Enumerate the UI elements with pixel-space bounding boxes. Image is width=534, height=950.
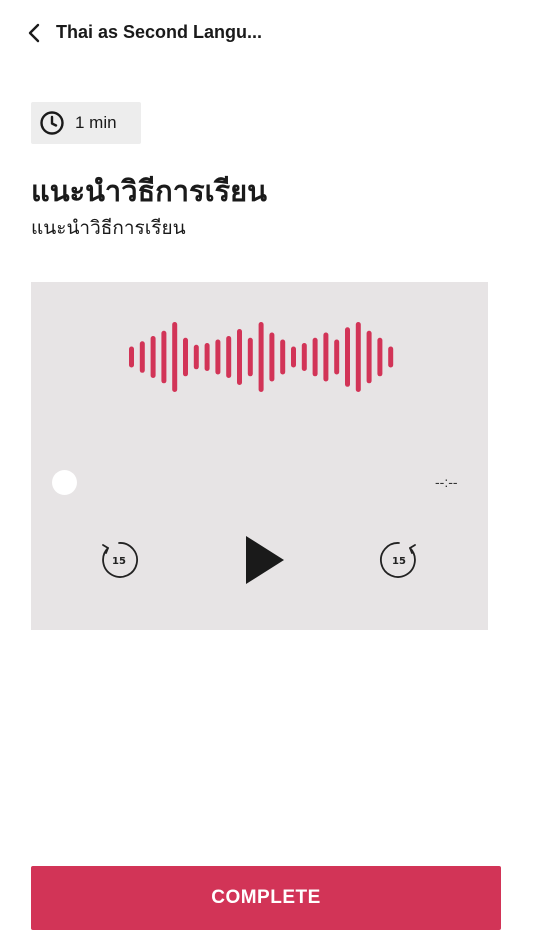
waveform-bar bbox=[334, 339, 340, 375]
play-button[interactable] bbox=[241, 532, 289, 588]
waveform-bar bbox=[247, 337, 253, 377]
forward-15-button[interactable]: 15 bbox=[377, 538, 421, 582]
waveform-bar bbox=[183, 337, 188, 377]
waveform-bar bbox=[129, 346, 134, 368]
waveform-bar bbox=[345, 327, 350, 387]
waveform-bar bbox=[139, 341, 145, 373]
clock-icon bbox=[39, 110, 65, 136]
rewind-15-button[interactable]: 15 bbox=[97, 538, 141, 582]
waveform-bar bbox=[215, 339, 221, 375]
time-remaining: --:-- bbox=[435, 474, 458, 490]
waveform-bar bbox=[204, 343, 210, 371]
forward-15-icon: 15 bbox=[380, 542, 416, 578]
rewind-15-icon: 15 bbox=[102, 542, 138, 578]
waveform-bar bbox=[323, 332, 329, 382]
complete-button[interactable]: COMPLETE bbox=[31, 866, 501, 930]
waveform-bar bbox=[280, 339, 286, 375]
waveform-bar bbox=[377, 337, 383, 377]
progress-slider-handle[interactable] bbox=[52, 470, 77, 495]
play-icon bbox=[246, 536, 284, 584]
course-title: Thai as Second Langu... bbox=[56, 22, 263, 42]
waveform-bar bbox=[226, 336, 232, 378]
lesson-title: แนะนำวิธีการเรียน bbox=[31, 174, 267, 208]
rewind-seconds-label: 15 bbox=[112, 556, 126, 567]
waveform-bar bbox=[291, 346, 296, 368]
waveform-bar bbox=[161, 330, 167, 384]
waveform-bar bbox=[172, 322, 178, 392]
forward-seconds-label: 15 bbox=[392, 556, 406, 567]
waveform-bar bbox=[150, 336, 156, 378]
audio-player: --:-- 15 15 bbox=[31, 282, 488, 630]
waveform-bar bbox=[312, 337, 318, 377]
waveform-bar bbox=[258, 322, 264, 392]
waveform-bar bbox=[355, 322, 361, 392]
lesson-subtitle: แนะนำวิธีการเรียน bbox=[31, 217, 186, 239]
back-button[interactable] bbox=[22, 20, 46, 46]
waveform-bar bbox=[301, 343, 307, 371]
waveform-graphic bbox=[129, 322, 394, 392]
duration-text: 1 min bbox=[75, 113, 117, 132]
waveform-bar bbox=[237, 329, 242, 385]
waveform-bar bbox=[388, 346, 394, 368]
waveform-bar bbox=[269, 332, 275, 382]
top-bar: Thai as Second Langu... bbox=[0, 0, 534, 66]
waveform-bar bbox=[193, 344, 199, 370]
waveform-bar bbox=[366, 330, 372, 384]
lesson-page: Thai as Second Langu... 1 min แนะนำวิธีก… bbox=[0, 0, 534, 950]
chevron-left-icon bbox=[28, 23, 40, 43]
duration-badge: 1 min bbox=[31, 102, 141, 144]
